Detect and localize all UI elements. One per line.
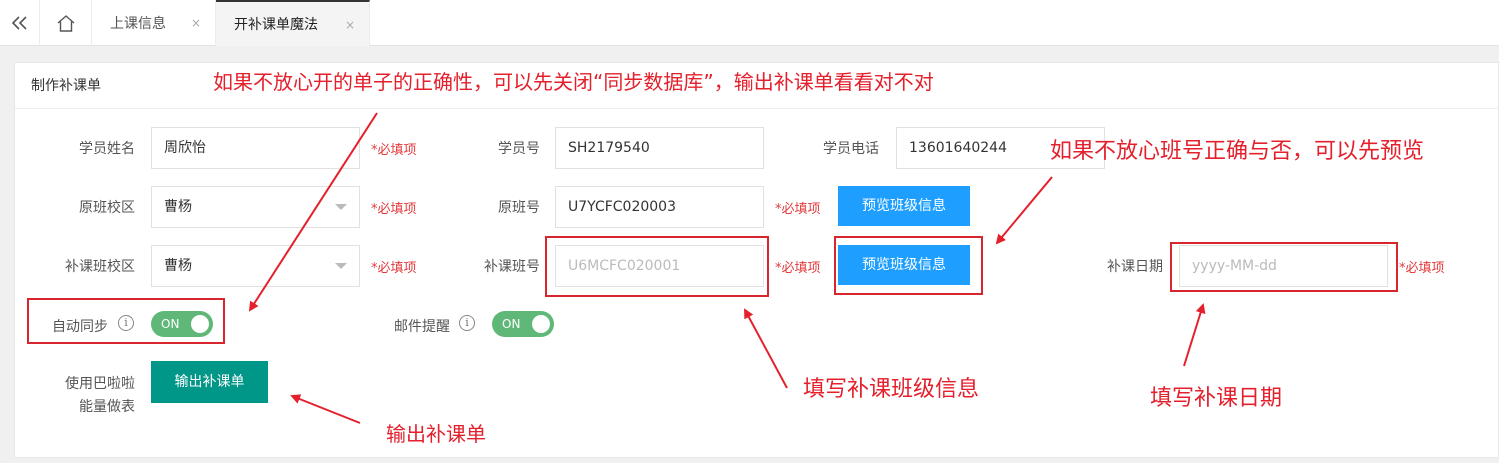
mail-remind-label: 邮件提醒 <box>394 319 450 335</box>
annotation-date: 填写补课日期 <box>1150 386 1283 411</box>
annotation-output: 输出补课单 <box>386 422 486 446</box>
tab-bar: 上课信息 × 开补课单魔法 × <box>0 0 1499 46</box>
annotation-top: 如果不放心开的单子的正确性，可以先关闭“同步数据库”，输出补课单看看对不对 <box>213 70 934 94</box>
double-chevron-left-icon <box>11 16 27 30</box>
info-icon: i <box>459 315 475 331</box>
chevron-down-icon <box>335 263 347 269</box>
orig-campus-label: 原班校区 <box>79 200 135 216</box>
orig-class-label: 原班号 <box>498 200 540 216</box>
annotation-box-preview <box>834 236 983 295</box>
student-phone-label: 学员电话 <box>823 141 879 157</box>
annotation-class-info: 填写补课班级信息 <box>803 377 980 402</box>
makeup-date-label: 补课日期 <box>1107 259 1163 275</box>
preview-class-button[interactable]: 预览班级信息 <box>838 186 970 226</box>
output-makeup-button[interactable]: 输出补课单 <box>151 361 268 403</box>
chevron-down-icon <box>335 204 347 210</box>
output-label-line1: 使用巴啦啦 <box>65 376 135 392</box>
close-icon[interactable]: × <box>191 16 201 30</box>
output-label: 使用巴啦啦 能量做表 <box>40 373 135 419</box>
toggle-state: ON <box>502 317 521 331</box>
home-button[interactable] <box>40 0 92 46</box>
mail-remind-toggle[interactable]: ON <box>492 311 554 337</box>
required-hint: *必填项 <box>1399 261 1445 276</box>
required-hint: *必填项 <box>371 261 417 276</box>
annotation-box-makeup-class <box>545 236 769 297</box>
orig-class-input[interactable]: U7YCFC020003 <box>555 186 764 228</box>
home-icon <box>57 14 74 32</box>
required-hint: *必填项 <box>775 202 821 217</box>
tab-makeup-magic[interactable]: 开补课单魔法 × <box>216 0 370 46</box>
makeup-class-label: 补课班号 <box>484 259 540 275</box>
required-hint: *必填项 <box>775 261 821 276</box>
output-label-line2: 能量做表 <box>79 399 135 415</box>
student-id-input[interactable]: SH2179540 <box>555 127 764 169</box>
collapse-left-button[interactable] <box>0 0 40 46</box>
annotation-box-auto-sync <box>27 298 225 344</box>
makeup-campus-value: 曹杨 <box>164 258 192 274</box>
tab-class-info[interactable]: 上课信息 × <box>92 0 216 46</box>
student-name-label: 学员姓名 <box>79 141 135 157</box>
orig-campus-value: 曹杨 <box>164 199 192 215</box>
annotation-box-date <box>1170 242 1398 292</box>
orig-campus-select[interactable]: 曹杨 <box>151 186 360 228</box>
makeup-campus-select[interactable]: 曹杨 <box>151 245 360 287</box>
tab-label: 上课信息 <box>110 16 166 32</box>
student-name-input[interactable]: 周欣怡 <box>151 127 360 169</box>
required-hint: *必填项 <box>371 202 417 217</box>
close-icon[interactable]: × <box>345 18 355 32</box>
tab-label: 开补课单魔法 <box>234 17 318 33</box>
student-id-label: 学员号 <box>498 141 540 157</box>
required-hint: *必填项 <box>371 143 417 158</box>
annotation-right: 如果不放心班号正确与否，可以先预览 <box>1050 139 1425 164</box>
makeup-campus-label: 补课班校区 <box>65 259 135 275</box>
toggle-knob <box>532 315 550 333</box>
